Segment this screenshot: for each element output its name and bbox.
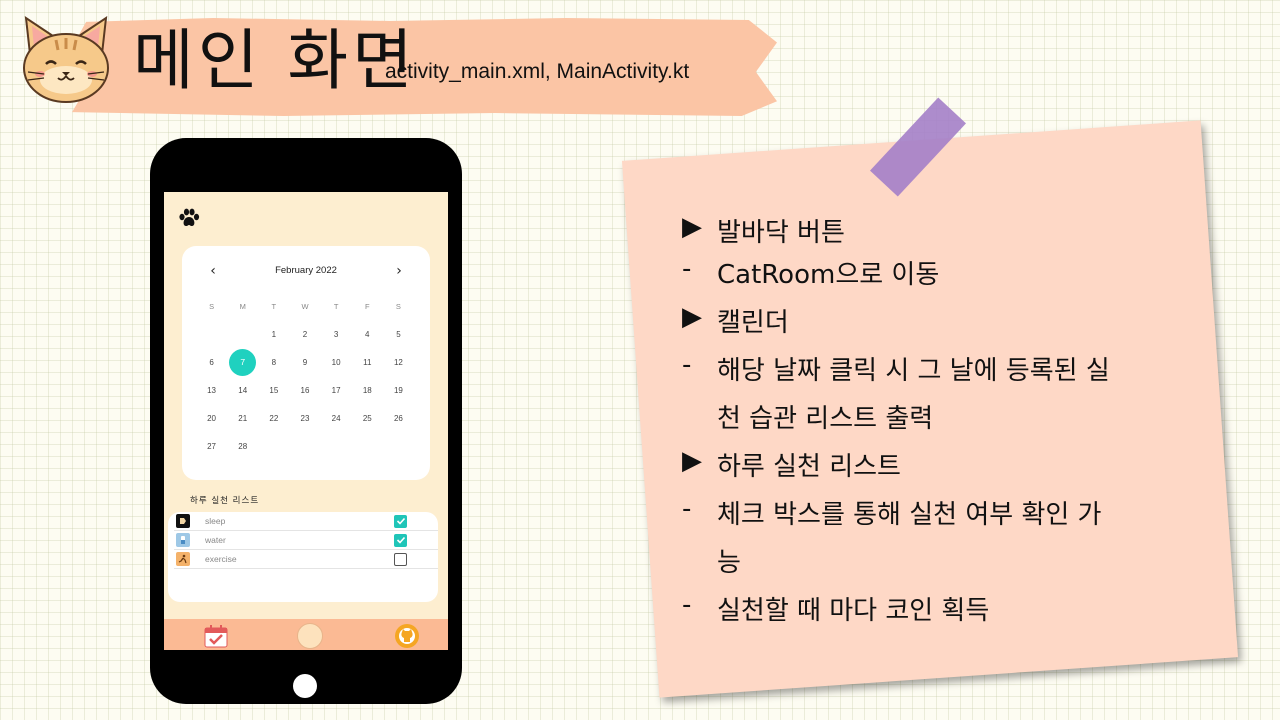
calendar-day-label: 22 (269, 413, 279, 423)
calendar-day-label: 3 (333, 329, 339, 339)
exercise-icon (176, 552, 190, 566)
water-bottle-icon (176, 533, 190, 547)
calendar-day[interactable]: 2 (289, 320, 320, 348)
calendar-day-label: 24 (331, 413, 341, 423)
calendar-day[interactable]: 21 (227, 404, 258, 432)
chevron-right-icon[interactable]: › (390, 262, 408, 280)
list-item: exercise (174, 550, 438, 569)
list-item: sleep (174, 512, 438, 531)
calendar-day-label: 4 (365, 329, 370, 339)
calendar-day[interactable]: 10 (321, 348, 352, 376)
calendar-day[interactable]: 5 (383, 320, 414, 348)
habit-label: sleep (205, 516, 226, 526)
calendar-day[interactable]: 12 (383, 348, 414, 376)
calendar-day[interactable]: 22 (258, 404, 289, 432)
page-title: 메인 화면 (133, 22, 417, 99)
habit-list-card: sleep water exercise (168, 512, 438, 602)
calendar-empty-cell (196, 320, 227, 348)
calendar-day[interactable]: 24 (321, 404, 352, 432)
github-icon[interactable] (393, 623, 421, 649)
calendar-day-selected[interactable]: 7 (227, 348, 258, 376)
calendar-day[interactable]: 4 (352, 320, 383, 348)
calendar-day-label: 19 (393, 385, 403, 395)
calendar-day-label: 11 (363, 357, 372, 367)
calendar-day[interactable]: 6 (196, 348, 227, 376)
habit-checkbox[interactable] (394, 514, 407, 528)
calendar-day-label: 1 (271, 329, 277, 339)
habit-label: water (205, 535, 226, 545)
calendar-day-label: 2 (302, 329, 308, 339)
calendar-card: ‹ February 2022 › S M T W T F S 1 2 3 4 5 6 7 8 9 10 11 12… (182, 246, 430, 480)
calendar-day[interactable]: 1 (258, 320, 289, 348)
weekday-label: S (209, 301, 215, 311)
phone-screen: ‹ February 2022 › S M T W T F S 1 2 3 4 5 6 7 8 9 10 11 12… (164, 192, 448, 650)
home-button[interactable] (293, 674, 317, 698)
weekday-label: T (333, 301, 339, 311)
phone-mockup: ‹ February 2022 › S M T W T F S 1 2 3 4 5 6 7 8 9 10 11 12… (150, 138, 462, 704)
habit-label: exercise (205, 554, 237, 564)
calendar-day-label: 26 (393, 413, 403, 423)
weekday-label: W (301, 301, 309, 311)
calendar-day-label: 20 (207, 413, 217, 423)
calendar-day[interactable]: 23 (289, 404, 320, 432)
calendar-day-label: 17 (331, 385, 341, 395)
sleep-icon (176, 514, 190, 528)
calendar-empty-cell (227, 320, 258, 348)
calendar-day[interactable]: 25 (352, 404, 383, 432)
calendar-day-label: 12 (393, 357, 403, 367)
calendar-day-label: 27 (207, 441, 217, 451)
calendar-day[interactable]: 14 (227, 376, 258, 404)
calendar-check-icon[interactable] (202, 623, 230, 649)
calendar-day-label: 21 (238, 413, 248, 423)
calendar-day-label: 8 (271, 357, 277, 367)
calendar-day-label: 7 (229, 348, 257, 376)
calendar-day[interactable]: 20 (196, 404, 227, 432)
page-subtitle: activity_main.xml, MainActivity.kt (385, 60, 690, 83)
calendar-day[interactable]: 3 (321, 320, 352, 348)
weekday-label: T (271, 301, 277, 311)
calendar-day[interactable]: 28 (227, 432, 258, 460)
habit-checkbox[interactable] (394, 533, 407, 547)
calendar-day-label: 18 (362, 385, 372, 395)
weekday-label: S (395, 301, 401, 311)
list-item: water (174, 531, 438, 550)
calendar-day-label: 6 (209, 357, 214, 367)
calendar-day[interactable]: 27 (196, 432, 227, 460)
cat-face-icon (23, 15, 109, 103)
habit-list-title: 하루 실천 리스트 (190, 496, 260, 506)
calendar-day-label: 14 (238, 385, 248, 395)
paw-icon[interactable] (178, 208, 200, 228)
calendar-day-label: 16 (300, 385, 310, 395)
calendar-day[interactable]: 16 (289, 376, 320, 404)
calendar-day[interactable]: 26 (383, 404, 414, 432)
calendar-day[interactable]: 9 (289, 348, 320, 376)
calendar-day[interactable]: 11 (352, 348, 383, 376)
calendar-grid: S M T W T F S 1 2 3 4 5 6 7 8 9 10 11 12 13 14 15 16 17 18 19 20 21… (196, 292, 414, 460)
calendar-day-label: 9 (302, 357, 308, 367)
calendar-day[interactable]: 18 (352, 376, 383, 404)
calendar-day[interactable]: 19 (383, 376, 414, 404)
calendar-day[interactable]: 17 (321, 376, 352, 404)
calendar-day-label: 13 (207, 385, 217, 395)
profile-circle-icon[interactable] (296, 623, 324, 649)
bottom-navigation (164, 619, 448, 650)
weekday-label: F (364, 301, 370, 311)
calendar-day[interactable]: 8 (258, 348, 289, 376)
calendar-day-label: 25 (362, 413, 372, 423)
calendar-day-label: 28 (238, 441, 248, 451)
calendar-day-label: 23 (300, 413, 310, 423)
weekday-label: M (239, 301, 246, 311)
calendar-day-label: 5 (396, 329, 401, 339)
habit-checkbox[interactable] (394, 552, 407, 566)
calendar-day-label: 15 (269, 385, 279, 395)
calendar-day[interactable]: 15 (258, 376, 289, 404)
calendar-day[interactable]: 13 (196, 376, 227, 404)
calendar-day-label: 10 (331, 357, 341, 367)
